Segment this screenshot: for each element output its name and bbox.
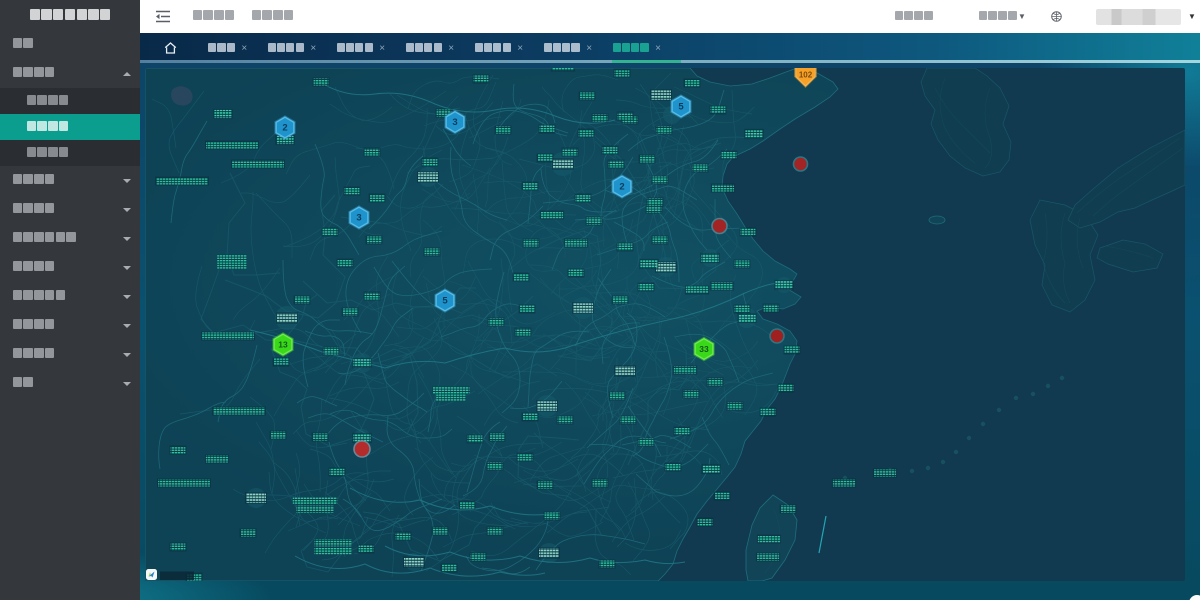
svg-text:13: 13 [278,340,288,350]
svg-text:33: 33 [699,344,709,354]
svg-text:5: 5 [442,296,448,307]
svg-text:3: 3 [356,213,361,224]
svg-text:5: 5 [678,102,684,113]
svg-text:2: 2 [619,182,624,193]
svg-text:102: 102 [799,71,813,80]
svg-text:2: 2 [282,123,287,134]
svg-text:3: 3 [452,117,457,128]
